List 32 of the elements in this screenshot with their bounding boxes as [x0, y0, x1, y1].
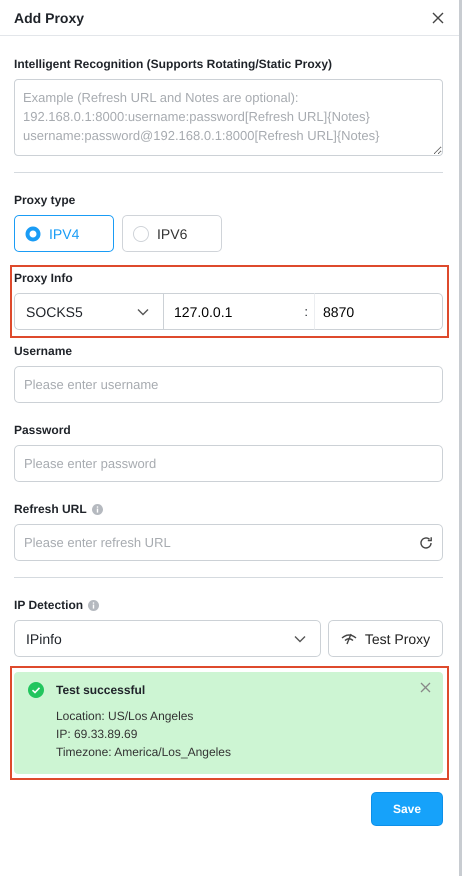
radio-icon [25, 226, 41, 242]
recognition-field[interactable]: Example (Refresh URL and Notes are optional): 192.168.0.1:8000:username:password[Refresh URL]{Notes} username:password@192.168.0.1:8000[Refresh URL]{Notes} [14, 79, 443, 156]
field-label: Proxy Info [14, 271, 73, 286]
field-label: Username [14, 344, 72, 359]
info-icon [88, 600, 100, 611]
result-title: Test successful [56, 682, 146, 698]
username-field[interactable]: Please enter username [14, 366, 443, 403]
signal-icon [340, 632, 357, 644]
field-label: IP Detection [14, 598, 84, 613]
protocol-select[interactable]: SOCKS5 [14, 293, 164, 330]
result-line: Timezone: America/Los_Angeles [56, 744, 232, 761]
result-line: IP: 69.33.89.69 [56, 726, 138, 743]
field-label: Proxy type [14, 193, 76, 208]
test-proxy-button[interactable]: Test Proxy [328, 620, 443, 657]
port-field[interactable]: 8870 [315, 293, 443, 330]
close-icon[interactable] [431, 10, 445, 24]
refresh-icon[interactable] [419, 536, 433, 550]
radio-icon [133, 226, 149, 242]
radio-option[interactable]: IPV6 [122, 215, 222, 252]
check-circle-icon [28, 682, 44, 698]
refresh-url-field[interactable]: Please enter refresh URL [14, 524, 443, 561]
field-label: Password [14, 423, 71, 438]
result-line: Location: US/Los Angeles [56, 708, 194, 725]
chevron-icon [294, 634, 306, 642]
info-icon [92, 504, 103, 515]
detection-select[interactable]: IPinfo [14, 620, 321, 657]
dialog-title: Add Proxy [14, 10, 84, 26]
host-field[interactable]: 127.0.0.1 [164, 293, 298, 330]
password-field[interactable]: Please enter password [14, 445, 443, 482]
chevron-icon [137, 308, 149, 316]
field-label: Intelligent Recognition (Supports Rotating/Static Proxy) [14, 57, 332, 72]
field-label: Refresh URL [14, 502, 87, 517]
